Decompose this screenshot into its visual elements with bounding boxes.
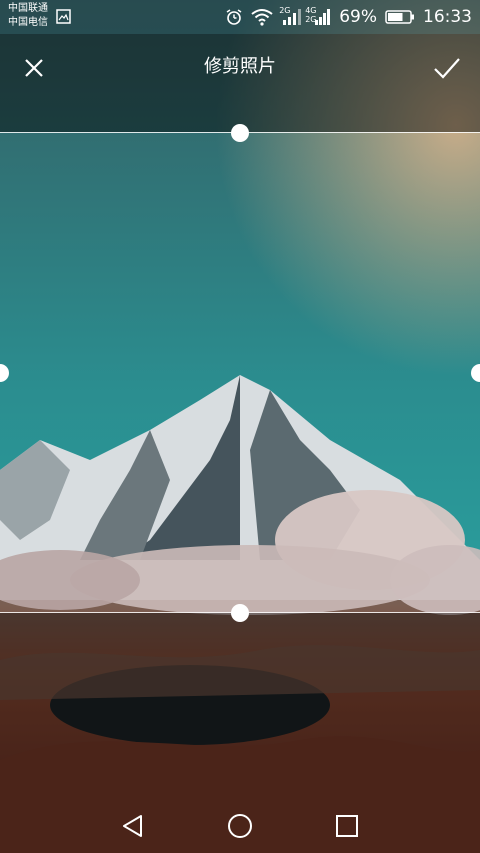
- network-label-4g: 4G: [305, 6, 317, 15]
- network-label-2g: 2G: [305, 15, 317, 24]
- signal-icon: 4G 2G: [305, 6, 331, 26]
- crop-frame[interactable]: [0, 132, 480, 613]
- recents-icon: [336, 815, 358, 837]
- page-title: 修剪照片: [204, 56, 276, 77]
- home-button[interactable]: [225, 811, 255, 841]
- status-bar: 中国联通 中国电信 2G 4G 2G 69% 16:33: [0, 0, 480, 34]
- clock-time: 16:33: [423, 7, 472, 27]
- back-icon: [123, 815, 142, 837]
- carrier-1: 中国联通: [8, 3, 48, 14]
- recents-button[interactable]: [332, 811, 362, 841]
- crop-toolbar: 修剪照片: [0, 34, 480, 98]
- image-notification-icon: [56, 9, 71, 24]
- network-label-2g-top: 2G: [279, 6, 291, 15]
- battery-percent: 69%: [339, 7, 377, 27]
- crop-handle-bottom[interactable]: [231, 604, 249, 622]
- back-button[interactable]: [118, 811, 148, 841]
- crop-handle-top[interactable]: [231, 124, 249, 142]
- checkmark-icon: [434, 58, 460, 79]
- battery-icon: [385, 9, 415, 25]
- alarm-icon: [225, 8, 243, 26]
- confirm-button[interactable]: [430, 52, 464, 84]
- carrier-labels: 中国联通 中国电信: [8, 2, 48, 30]
- navigation-bar: [0, 797, 480, 853]
- carrier-2: 中国电信: [8, 17, 48, 28]
- wifi-icon: [251, 8, 273, 26]
- signal-icon: 2G: [279, 6, 302, 26]
- home-icon: [228, 814, 252, 838]
